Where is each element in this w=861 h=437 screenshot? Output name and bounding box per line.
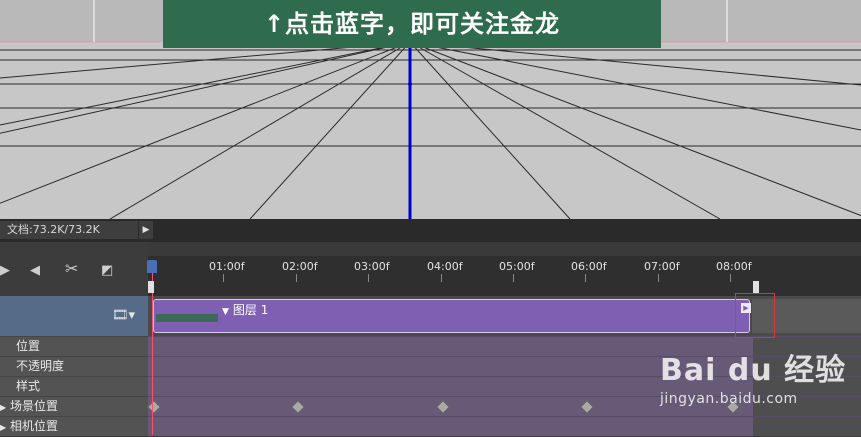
ruler-label-1: 01:00f [209,260,245,273]
ruler-label-6: 06:00f [571,260,607,273]
watermark-logo: Bai du 经验 [660,353,847,388]
status-menu-arrow-icon[interactable]: ▶ [139,221,153,239]
expand-arrow-icon[interactable]: ▶ [0,423,6,432]
banner-text: ↑点击蓝字，即可关注金龙 [263,10,561,38]
layer-name: 图层 1 [232,303,269,317]
layer-clip[interactable]: ▼ 图层 1 ▶ [153,299,751,333]
ruler-label-5: 05:00f [499,260,535,273]
film-icon[interactable]: 🎞▾ [112,308,135,323]
highlight-box [735,293,775,338]
scissors-icon[interactable]: ✂ [65,261,78,277]
playhead-handle[interactable] [147,260,157,273]
watermark: Bai du 经验 jingyan.baidu.com [660,345,846,407]
property-label: 场景位置 [9,399,58,413]
property-row[interactable]: ▶ 相机位置 [0,416,148,436]
play-icon[interactable]: ▶ [0,264,10,278]
work-area-end-handle[interactable] [753,281,759,293]
ruler-tick [441,274,442,282]
keyframe-icon[interactable] [146,399,162,415]
property-track[interactable] [148,416,861,436]
collapse-triangle-icon[interactable]: ▼ [222,307,229,317]
ruler-label-2: 02:00f [282,260,318,273]
property-label: 样式 [16,379,41,393]
ruler-tick [368,274,369,282]
ruler-tick [730,274,731,282]
ruler-label-3: 03:00f [354,260,390,273]
ruler-tick [585,274,586,282]
keyframe-icon[interactable] [435,399,451,415]
clip-thumbnail [156,314,218,322]
ruler-tick [513,274,514,282]
ruler-tick [223,274,224,282]
transition-icon[interactable]: ◩ [101,264,113,278]
property-row[interactable]: ▶ 场景位置 [0,396,148,416]
ruler-label-7: 07:00f [644,260,680,273]
property-label: 不透明度 [16,359,65,373]
status-bar: 文档:73.2K/73.2K ▶ [0,219,861,242]
property-row[interactable]: 样式 [0,376,148,396]
property-row[interactable]: 位置 [0,336,148,356]
work-area-start-handle[interactable] [148,281,154,293]
canvas-viewport[interactable]: ↑点击蓝字，即可关注金龙 [0,0,861,219]
layer-header[interactable]: 🎞▾ [0,296,148,336]
ruler-tick [658,274,659,282]
doc-size-info: 文档:73.2K/73.2K [0,221,138,239]
expand-arrow-icon[interactable]: ▶ [0,403,6,412]
property-label: 位置 [16,339,41,353]
timeline-toolbar: ▶ ◀ ✂ ◩ [0,242,148,296]
keyframe-icon[interactable] [579,399,595,415]
ruler-label-4: 04:00f [427,260,463,273]
ruler-tick [296,274,297,282]
speaker-icon[interactable]: ◀ [30,264,40,278]
property-label: 相机位置 [9,419,58,433]
ruler-label-8: 08:00f [716,260,752,273]
watermark-url: jingyan.baidu.com [660,391,798,407]
keyframe-icon[interactable] [290,399,306,415]
promo-banner[interactable]: ↑点击蓝字，即可关注金龙 [163,0,661,48]
property-row[interactable]: 不透明度 [0,356,148,376]
